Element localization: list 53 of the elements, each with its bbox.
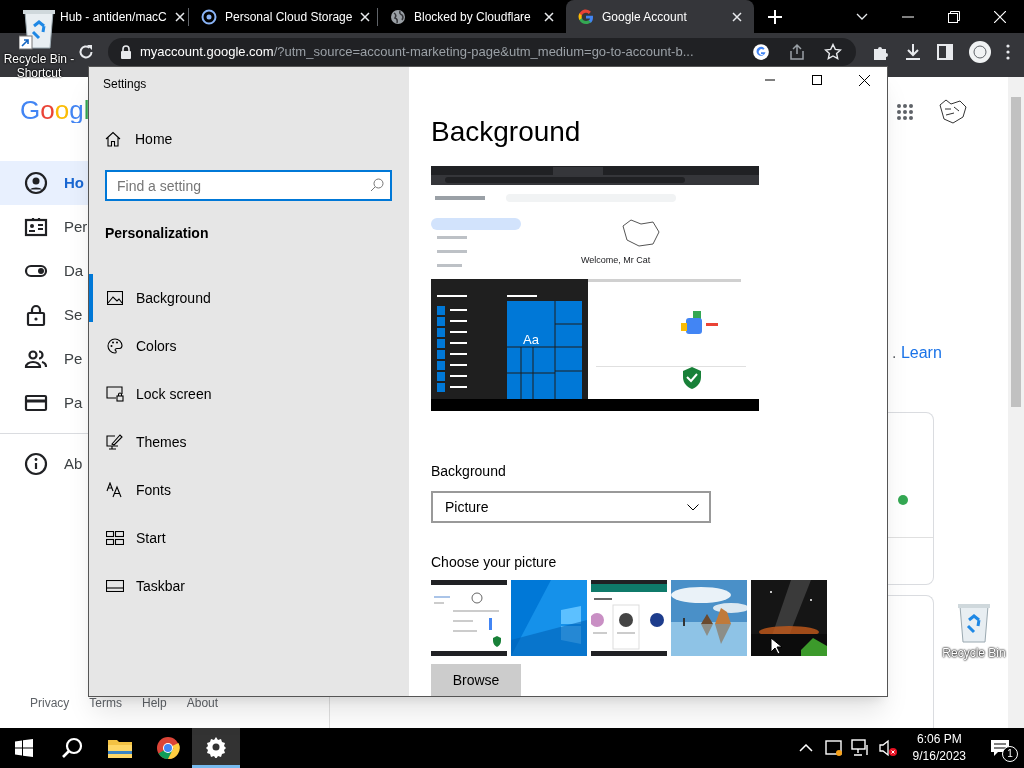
desktop-icon-label: Recycle Bin - Shortcut (2, 52, 76, 80)
notification-count: 1 (1002, 746, 1018, 762)
settings-nav-item[interactable]: Start (89, 514, 409, 562)
settings-nav-item[interactable]: Lock screen (89, 370, 409, 418)
tab-title: Hub - antiden/macC (60, 8, 167, 26)
nav-label: Pa (64, 392, 83, 413)
nav-item[interactable]: Ho (0, 161, 88, 205)
page-heading: Background (431, 115, 582, 149)
nav-label: Ab (64, 453, 83, 474)
settings-nav-item[interactable]: Themes (89, 418, 409, 466)
clock-date: 9/16/2023 (912, 748, 966, 765)
settings-nav-label: Start (136, 528, 166, 548)
nav-label: Se (64, 304, 83, 325)
settings-nav-label: Taskbar (136, 576, 186, 596)
footer-link[interactable]: About (186, 694, 219, 712)
nav-label: Pe (64, 348, 83, 369)
field-label: Choose your picture (431, 553, 558, 572)
footer-link[interactable]: Help (142, 694, 167, 712)
footer-link[interactable]: Terms (89, 694, 122, 712)
tab-title: Personal Cloud Storage (225, 8, 353, 26)
nav-label: Da (64, 260, 84, 281)
settings-nav-label: Colors (136, 336, 177, 356)
home-item[interactable]: Home (89, 117, 409, 161)
settings-nav-label: Themes (136, 432, 187, 452)
notification-button[interactable]: 1 (982, 728, 1018, 768)
browse-button[interactable]: Browse (431, 664, 521, 696)
settings-nav-label: Lock screen (136, 384, 212, 404)
background-dropdown[interactable]: Picture (431, 491, 711, 523)
settings-nav-label: Background (136, 288, 211, 308)
home-label: Home (135, 129, 173, 149)
window-title: Settings (102, 76, 148, 93)
intro-text: . (892, 343, 897, 361)
footer-link[interactable]: Privacy (30, 694, 70, 712)
url-text: myaccount.google.com/?utm_source=account-marketing-page&utm_medium=go-to-account-b... (140, 43, 695, 62)
search-field[interactable]: Find a setting (105, 170, 392, 201)
settings-nav-item[interactable]: Colors (89, 322, 409, 370)
desktop-icon-label: Recycle Bin (942, 646, 1006, 660)
field-label: Background (431, 462, 507, 481)
preview-tile-text: Aa (523, 332, 539, 347)
settings-nav-item[interactable]: Taskbar (89, 562, 409, 610)
tab-title: Google Account (602, 8, 688, 26)
clock[interactable]: 6:06 PM 9/16/2023 (904, 731, 974, 765)
tab-title: Blocked by Cloudflare (414, 8, 532, 26)
nav-label: Ho (64, 172, 84, 193)
preview-welcome-text: Welcome, Mr Cat (581, 255, 651, 265)
settings-nav-label: Fonts (136, 480, 171, 500)
settings-nav-item[interactable]: Fonts (89, 466, 409, 514)
nav-label: Per (64, 216, 88, 237)
address-bar[interactable]: myaccount.google.com/?utm_source=account-marketing-page&utm_medium=go-to-account-b... (108, 38, 856, 66)
browser-tab[interactable]: Google Account (566, 0, 754, 33)
clock-time: 6:06 PM (916, 731, 962, 748)
section-heading: Personalization (104, 224, 210, 243)
learn-link[interactable]: Learn (900, 343, 942, 361)
